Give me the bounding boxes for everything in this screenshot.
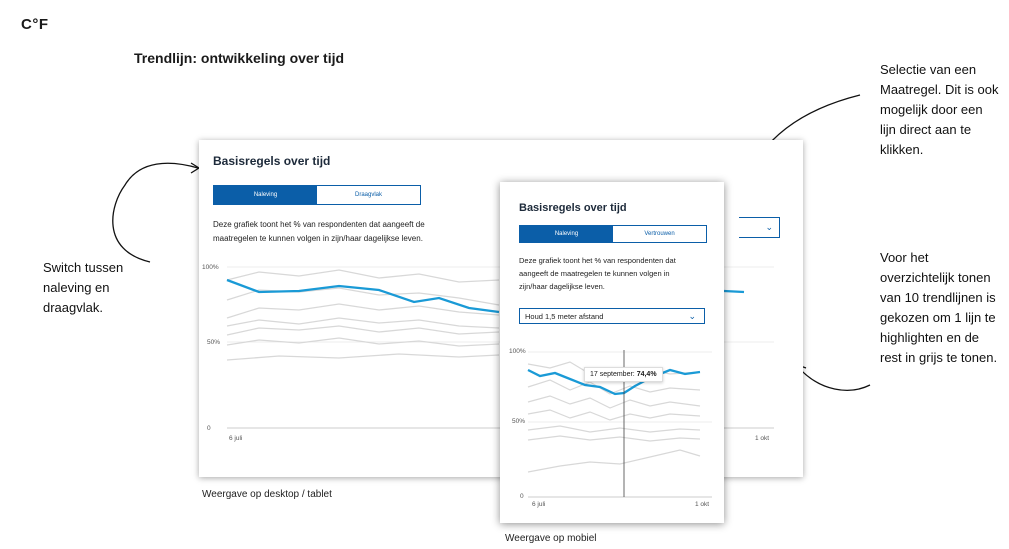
y-tick-label: 100% [202,264,219,271]
y-tick-label: 0 [207,425,211,432]
mobile-trend-chart: 100% 50% 0 6 juli 1 okt [509,348,712,508]
x-tick-label: 1 okt [755,435,769,442]
x-tick-label: 1 okt [695,501,709,508]
y-tick-label: 0 [520,493,524,500]
y-tick-label: 50% [512,418,525,425]
grey-trendlines [226,269,500,361]
mobile-card: Basisregels over tijd Naleving Vertrouwe… [500,182,724,523]
tooltip: 17 september: 74,4% [584,367,663,382]
y-tick-label: 100% [509,348,526,355]
caption-desktop: Weergave op desktop / tablet [202,489,332,500]
caption-mobile: Weergave op mobiel [505,533,597,544]
x-tick-label: 6 juli [532,501,545,508]
highlight-trendline-end [723,289,745,294]
y-tick-label: 50% [207,339,220,346]
x-tick-label: 6 juli [229,435,242,442]
